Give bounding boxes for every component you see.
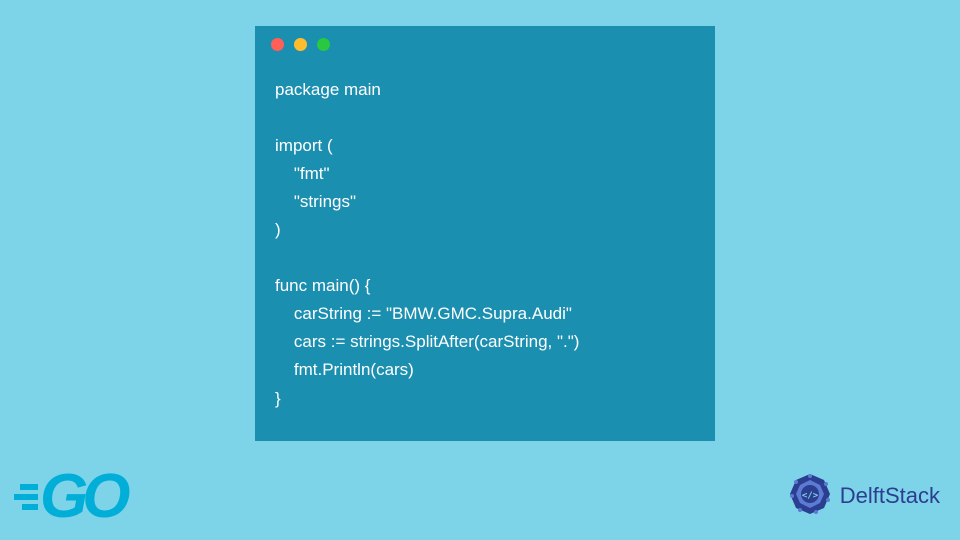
- go-logo-text: GO: [40, 466, 124, 528]
- window-titlebar: [255, 26, 715, 62]
- code-window: package main import ( "fmt" "strings" ) …: [255, 26, 715, 441]
- maximize-icon: [317, 38, 330, 51]
- go-speed-lines-icon: [10, 484, 38, 510]
- svg-text:</>: </>: [802, 491, 819, 501]
- minimize-icon: [294, 38, 307, 51]
- go-logo: GO: [10, 466, 124, 528]
- delftstack-logo-text: DelftStack: [840, 483, 940, 509]
- delftstack-badge-icon: </>: [786, 472, 834, 520]
- delftstack-logo: </> DelftStack: [786, 472, 940, 520]
- close-icon: [271, 38, 284, 51]
- code-content: package main import ( "fmt" "strings" ) …: [255, 62, 715, 433]
